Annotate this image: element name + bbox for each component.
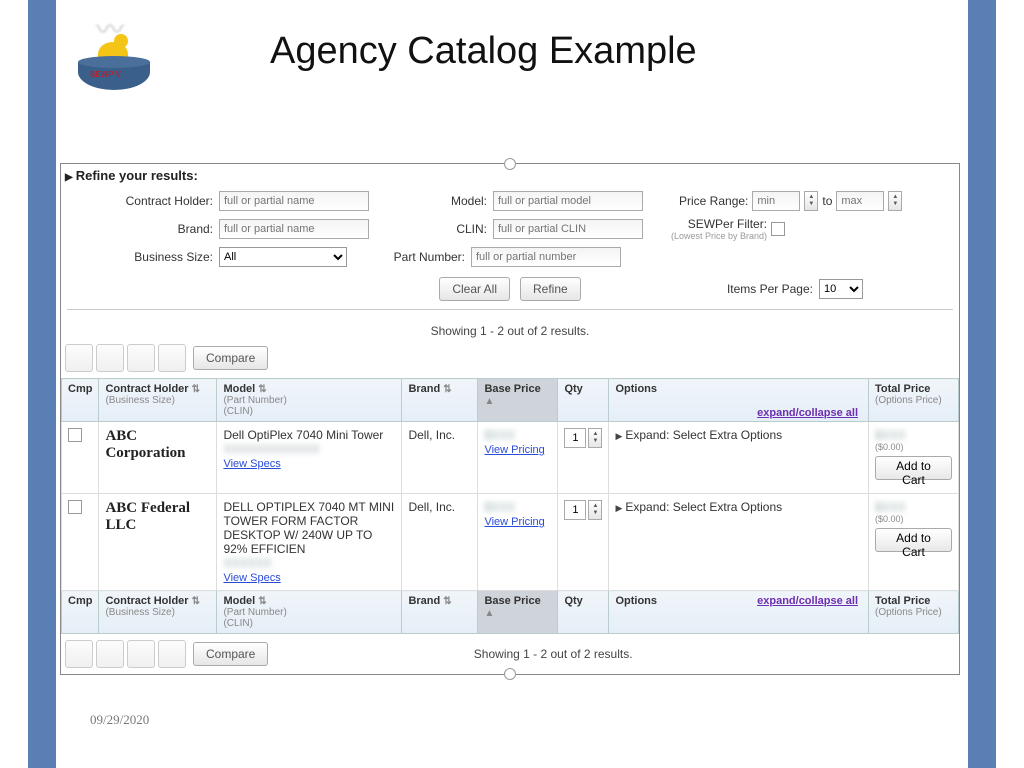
redacted-text: XXXXXXXXXXXX bbox=[223, 442, 395, 456]
col-base-price[interactable]: Base Price ▲ bbox=[478, 379, 558, 422]
col-total-price: Total Price(Options Price) bbox=[869, 591, 959, 634]
label-part-number: Part Number: bbox=[371, 250, 465, 264]
col-model[interactable]: Model ⇅(Part Number)(CLIN) bbox=[217, 379, 402, 422]
vendor-name: ABC Corporation bbox=[105, 428, 210, 462]
spinner-price-max[interactable]: ▲▼ bbox=[888, 191, 902, 211]
compare-slot[interactable] bbox=[96, 344, 124, 372]
slide-border-left bbox=[28, 0, 56, 768]
sewp-logo: 〰 SEWP V bbox=[70, 12, 160, 102]
compare-slot[interactable] bbox=[96, 640, 124, 668]
model-text: DELL OPTIPLEX 7040 MT MINI TOWER FORM FA… bbox=[223, 500, 395, 556]
col-total-price: Total Price(Options Price) bbox=[869, 379, 959, 422]
compare-button-bottom[interactable]: Compare bbox=[193, 642, 268, 666]
col-contract-holder[interactable]: Contract Holder ⇅(Business Size) bbox=[99, 379, 217, 422]
input-contract-holder[interactable] bbox=[219, 191, 369, 211]
hint-sewper: (Lowest Price by Brand) bbox=[671, 231, 767, 241]
compare-slot[interactable] bbox=[65, 640, 93, 668]
qty-spinner[interactable]: ▲▼ bbox=[588, 500, 602, 520]
label-model: Model: bbox=[425, 194, 487, 208]
col-contract-holder[interactable]: Contract Holder ⇅(Business Size) bbox=[99, 591, 217, 634]
brand-text: Dell, Inc. bbox=[402, 422, 478, 494]
col-cmp[interactable]: Cmp bbox=[62, 379, 99, 422]
compare-slot[interactable] bbox=[158, 344, 186, 372]
compare-slot[interactable] bbox=[127, 640, 155, 668]
input-price-min[interactable] bbox=[752, 191, 800, 211]
add-to-cart-button[interactable]: Add to Cart bbox=[875, 528, 952, 552]
slide-date: 09/29/2020 bbox=[90, 712, 149, 728]
refine-button[interactable]: Refine bbox=[520, 277, 581, 301]
view-specs-link[interactable]: View Specs bbox=[223, 572, 280, 584]
resize-handle-bottom[interactable] bbox=[504, 668, 516, 680]
checkbox-sewper[interactable] bbox=[771, 222, 785, 236]
compare-checkbox[interactable] bbox=[68, 428, 82, 442]
table-row: ABC Corporation Dell OptiPlex 7040 Mini … bbox=[62, 422, 959, 494]
col-brand[interactable]: Brand ⇅ bbox=[402, 591, 478, 634]
col-options: Optionsexpand/collapse all bbox=[609, 379, 869, 422]
redacted-total: $XXX bbox=[875, 500, 952, 514]
label-sewper: SEWPer Filter: bbox=[671, 217, 767, 231]
compare-slot[interactable] bbox=[65, 344, 93, 372]
input-brand[interactable] bbox=[219, 219, 369, 239]
view-specs-link[interactable]: View Specs bbox=[223, 458, 280, 470]
col-qty: Qty bbox=[558, 591, 609, 634]
input-part-number[interactable] bbox=[471, 247, 621, 267]
compare-button-top[interactable]: Compare bbox=[193, 346, 268, 370]
expand-options[interactable]: Expand: Select Extra Options bbox=[615, 500, 782, 514]
col-options: Optionsexpand/collapse all bbox=[609, 591, 869, 634]
showing-text-bottom: Showing 1 - 2 out of 2 results. bbox=[271, 647, 955, 661]
compare-slot[interactable] bbox=[127, 344, 155, 372]
col-brand[interactable]: Brand ⇅ bbox=[402, 379, 478, 422]
qty-spinner[interactable]: ▲▼ bbox=[588, 428, 602, 448]
select-items-per-page[interactable]: 10 bbox=[819, 279, 863, 299]
logo-label: SEWP V bbox=[90, 70, 121, 79]
col-cmp[interactable]: Cmp bbox=[62, 591, 99, 634]
select-business-size[interactable]: All bbox=[219, 247, 347, 267]
spinner-price-min[interactable]: ▲▼ bbox=[804, 191, 818, 211]
compare-checkbox[interactable] bbox=[68, 500, 82, 514]
expand-options[interactable]: Expand: Select Extra Options bbox=[615, 428, 782, 442]
label-business-size: Business Size: bbox=[67, 250, 213, 264]
add-to-cart-button[interactable]: Add to Cart bbox=[875, 456, 952, 480]
label-clin: CLIN: bbox=[425, 222, 487, 236]
redacted-total: $XXX bbox=[875, 428, 952, 442]
view-pricing-link[interactable]: View Pricing bbox=[484, 516, 544, 528]
label-price-range: Price Range: bbox=[679, 194, 748, 208]
compare-slot[interactable] bbox=[158, 640, 186, 668]
model-text: Dell OptiPlex 7040 Mini Tower bbox=[223, 428, 395, 442]
expand-collapse-all-top[interactable]: expand/collapse all bbox=[757, 407, 858, 419]
input-clin[interactable] bbox=[493, 219, 643, 239]
input-price-max[interactable] bbox=[836, 191, 884, 211]
expand-collapse-all-bottom[interactable]: expand/collapse all bbox=[757, 595, 858, 607]
redacted-price: $XXX bbox=[484, 428, 551, 442]
col-base-price[interactable]: Base Price ▲ bbox=[478, 591, 558, 634]
showing-text-top: Showing 1 - 2 out of 2 results. bbox=[61, 316, 959, 344]
slide-title: Agency Catalog Example bbox=[270, 30, 697, 73]
redacted-text: XXXXXX bbox=[223, 556, 395, 570]
slide-border-right bbox=[968, 0, 996, 768]
resize-handle-top[interactable] bbox=[504, 158, 516, 170]
vendor-name: ABC Federal LLC bbox=[105, 500, 210, 534]
options-price: ($0.00) bbox=[875, 442, 952, 452]
options-price: ($0.00) bbox=[875, 514, 952, 524]
input-model[interactable] bbox=[493, 191, 643, 211]
qty-input[interactable] bbox=[564, 500, 586, 520]
clear-all-button[interactable]: Clear All bbox=[439, 277, 510, 301]
col-model[interactable]: Model ⇅(Part Number)(CLIN) bbox=[217, 591, 402, 634]
redacted-price: $XXX bbox=[484, 500, 551, 514]
brand-text: Dell, Inc. bbox=[402, 494, 478, 591]
col-qty: Qty bbox=[558, 379, 609, 422]
catalog-panel: Refine your results: Contract Holder: Mo… bbox=[60, 163, 960, 675]
label-to: to bbox=[822, 194, 832, 208]
results-table: Cmp Contract Holder ⇅(Business Size) Mod… bbox=[61, 378, 959, 634]
qty-input[interactable] bbox=[564, 428, 586, 448]
table-row: ABC Federal LLC DELL OPTIPLEX 7040 MT MI… bbox=[62, 494, 959, 591]
view-pricing-link[interactable]: View Pricing bbox=[484, 444, 544, 456]
label-contract-holder: Contract Holder: bbox=[67, 194, 213, 208]
label-brand: Brand: bbox=[67, 222, 213, 236]
label-items-per-page: Items Per Page: bbox=[727, 282, 813, 296]
